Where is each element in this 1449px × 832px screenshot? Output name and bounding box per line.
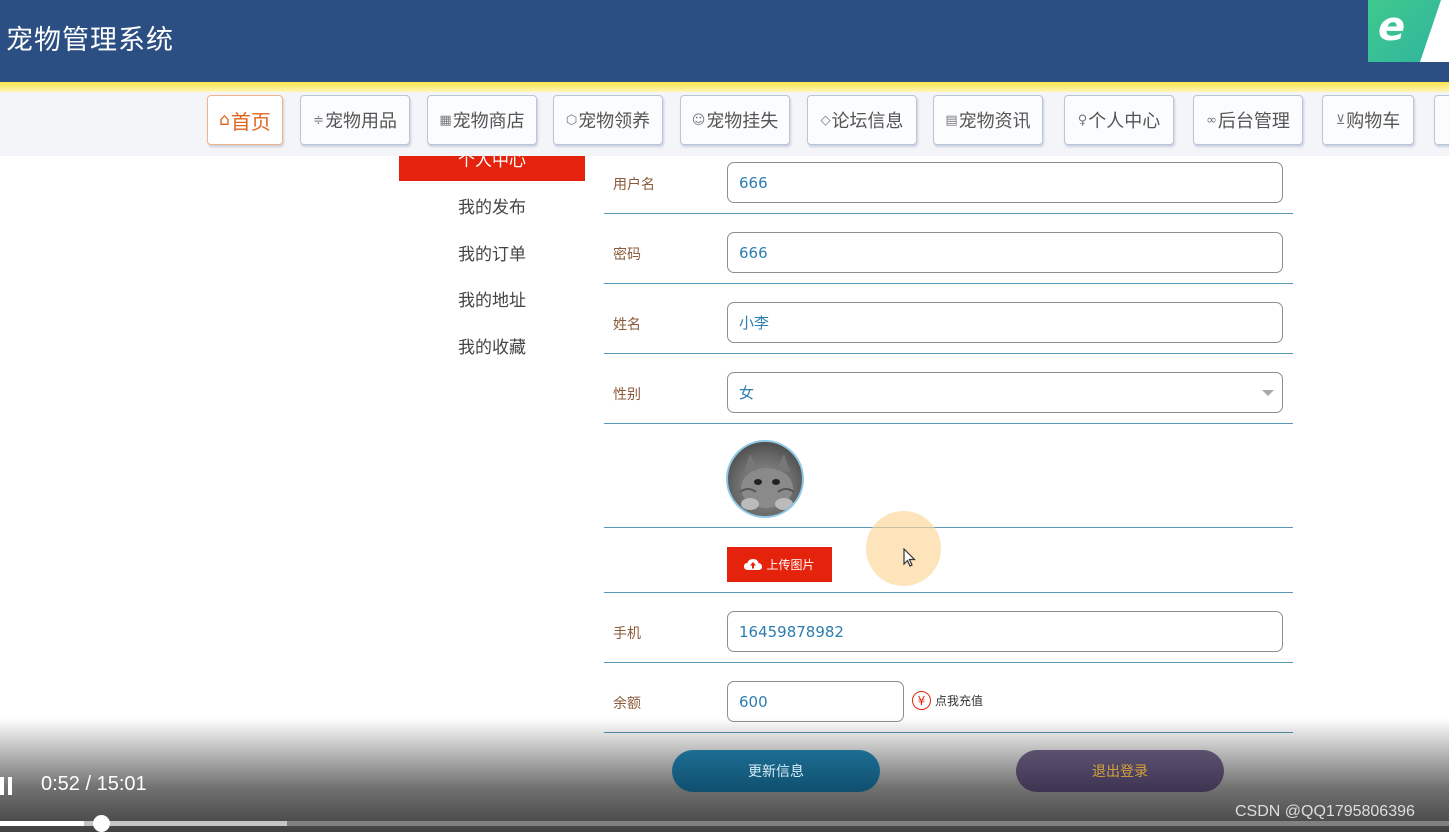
avatar <box>726 440 804 518</box>
gender-label: 性别 <box>613 387 641 403</box>
browser-logo: e <box>1368 0 1449 62</box>
calendar-icon: ▦ <box>439 112 452 128</box>
app-window: { "header": { "title": "宠物管理系统" }, "brow… <box>0 0 1449 832</box>
nav-pet-lost[interactable]: ☺ 宠物挂失 <box>680 95 790 145</box>
update-info-button[interactable]: 更新信息 <box>672 750 880 792</box>
nav-label: 宠物领养 <box>578 111 651 132</box>
upload-label: 上传图片 <box>766 558 815 572</box>
sidebar-active-label: 个人中心 <box>458 156 526 171</box>
home-icon: ⌂ <box>219 110 230 130</box>
video-time: 0:52 / 15:01 <box>41 773 147 795</box>
sidebar-item-my-addresses[interactable]: 我的地址 <box>458 286 526 311</box>
nav-pet-adoption[interactable]: ⬡ 宠物领养 <box>553 95 663 145</box>
form-row-upload <box>604 528 1293 593</box>
form-row-avatar <box>604 424 1293 528</box>
gender-select[interactable]: 女 <box>727 372 1283 413</box>
password-field[interactable]: 666 <box>727 232 1283 273</box>
nav-label: 首页 <box>230 109 271 134</box>
username-label: 用户名 <box>613 177 655 193</box>
name-label: 姓名 <box>613 317 641 333</box>
gender-selected-value: 女 <box>739 384 755 402</box>
nav-personal-center[interactable]: ♀ 个人中心 <box>1064 95 1174 145</box>
app-title: 宠物管理系统 <box>6 25 174 56</box>
watermark: CSDN @QQ1795806396 <box>1235 803 1415 820</box>
phone-field[interactable]: 16459878982 <box>727 611 1283 652</box>
balance-label: 余额 <box>613 696 641 712</box>
nav-pet-supplies[interactable]: ≑ 宠物用品 <box>300 95 410 145</box>
clipboard-icon: ▤ <box>945 112 958 128</box>
nav-label: 购物车 <box>1346 111 1401 132</box>
balance-field[interactable]: 600 <box>727 681 904 722</box>
recharge-label: 点我充值 <box>935 694 984 708</box>
nav-forum[interactable]: ◇ 论坛信息 <box>807 95 917 145</box>
logout-button[interactable]: 退出登录 <box>1016 750 1224 792</box>
username-field[interactable]: 666 <box>727 162 1283 203</box>
sidebar-item-my-posts[interactable]: 我的发布 <box>458 193 526 218</box>
cart-icon: ⊻ <box>1335 112 1346 128</box>
nav-label: 宠物挂失 <box>706 111 779 132</box>
chevron-down-icon <box>1262 390 1274 396</box>
nav-pet-news[interactable]: ▤ 宠物资讯 <box>933 95 1043 145</box>
nav-label: 个人中心 <box>1088 111 1161 132</box>
link-icon: ∞ <box>1206 112 1217 128</box>
password-label: 密码 <box>613 247 641 263</box>
sliders-icon: ≑ <box>313 112 324 128</box>
yen-icon: ¥ <box>912 691 931 710</box>
header-divider <box>0 82 1449 92</box>
upload-image-button[interactable]: 上传图片 <box>727 547 832 582</box>
logo-stripe <box>1420 0 1449 62</box>
face-icon: ☺ <box>691 112 706 128</box>
name-field[interactable]: 小李 <box>727 302 1283 343</box>
sidebar-item-personal-center[interactable]: 个人中心 <box>399 156 585 181</box>
video-progress-bar[interactable] <box>0 815 1449 832</box>
nav-admin[interactable]: ∞ 后台管理 <box>1193 95 1303 145</box>
recharge-link[interactable]: ¥ 点我充值 <box>912 691 983 710</box>
browser-e-icon: e <box>1378 4 1406 50</box>
nav-pet-store[interactable]: ▦ 宠物商店 <box>427 95 537 145</box>
video-played <box>0 821 85 826</box>
nav-cart[interactable]: ⊻ 购物车 <box>1322 95 1414 145</box>
top-nav: ⌂ 首页 ≑ 宠物用品 ▦ 宠物商店 ⬡ 宠物领养 ☺ 宠物挂失 ◇ 论坛信息 ▤ 宠物资讯 … <box>0 92 1449 156</box>
mouse-pointer-icon <box>903 548 916 567</box>
nav-label: 宠物资讯 <box>958 111 1031 132</box>
sidebar-item-my-orders[interactable]: 我的订单 <box>458 240 526 265</box>
nav-label: 论坛信息 <box>831 111 904 132</box>
nav-home[interactable]: ⌂ 首页 <box>207 95 283 145</box>
video-scrubber-handle[interactable] <box>93 815 111 832</box>
sidebar-item-my-favorites[interactable]: 我的收藏 <box>458 333 526 358</box>
tag-icon: ◇ <box>820 112 831 128</box>
cloud-upload-icon <box>744 559 763 570</box>
box-icon: ⬡ <box>565 112 578 128</box>
phone-label: 手机 <box>613 626 641 642</box>
user-icon: ♀ <box>1077 112 1088 128</box>
nav-label: 后台管理 <box>1217 111 1290 132</box>
nav-label: 宠物用品 <box>324 111 397 132</box>
nav-label: 宠物商店 <box>452 111 525 132</box>
app-header: 宠物管理系统 e <box>0 0 1449 84</box>
pause-icon[interactable] <box>0 776 12 800</box>
nav-more[interactable] <box>1434 95 1449 145</box>
